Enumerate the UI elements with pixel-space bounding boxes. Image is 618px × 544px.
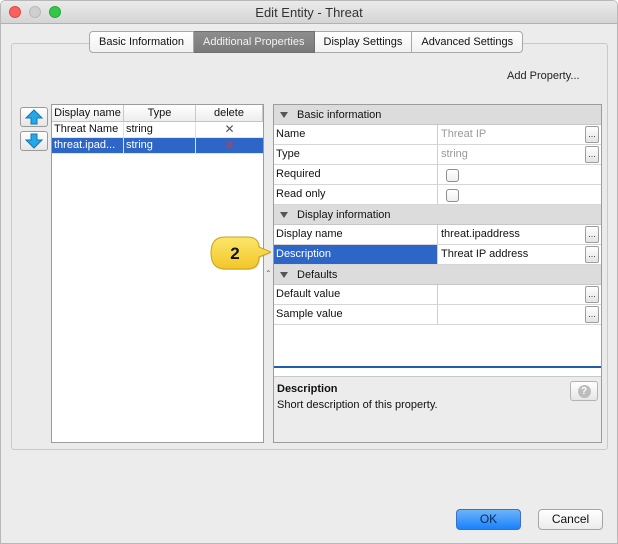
tab-additional-properties[interactable]: Additional Properties: [193, 31, 315, 53]
ellipsis-button[interactable]: ...: [585, 226, 599, 243]
tab-advanced-settings[interactable]: Advanced Settings: [412, 31, 524, 53]
section-defaults[interactable]: Defaults: [274, 265, 601, 285]
column-header-delete[interactable]: delete: [196, 105, 263, 122]
property-row-display-name[interactable]: Display name threat.ipaddress ...: [274, 225, 601, 245]
move-up-button[interactable]: [20, 107, 48, 127]
read-only-checkbox[interactable]: [446, 189, 459, 202]
move-down-button[interactable]: [20, 131, 48, 151]
property-value[interactable]: Threat IP: [438, 125, 601, 144]
property-label: Required: [274, 165, 438, 184]
ok-button[interactable]: OK: [456, 509, 521, 530]
tab-basic-information[interactable]: Basic Information: [89, 31, 194, 53]
description-title: Description: [277, 383, 338, 395]
tab-display-settings[interactable]: Display Settings: [314, 31, 413, 53]
row-type: string: [124, 138, 196, 154]
section-title: Basic information: [297, 108, 382, 121]
property-label: Type: [274, 145, 438, 164]
row-display-name: threat.ipad...: [52, 138, 124, 154]
property-value: [438, 185, 601, 204]
column-header-display-name[interactable]: Display name: [52, 105, 124, 122]
ellipsis-button[interactable]: ...: [585, 246, 599, 263]
property-row-default-value[interactable]: Default value ...: [274, 285, 601, 305]
property-row-name[interactable]: Name Threat IP ...: [274, 125, 601, 145]
property-value[interactable]: string: [438, 145, 601, 164]
ellipsis-button[interactable]: ...: [585, 286, 599, 303]
table-header: Display name Type delete: [52, 105, 263, 122]
arrow-down-icon: [25, 133, 43, 149]
collapse-triangle-icon: [280, 271, 288, 278]
close-icon[interactable]: ✕: [196, 138, 263, 154]
tab-bar: Basic Information Additional Properties …: [89, 31, 524, 53]
add-property-link[interactable]: Add Property...: [507, 70, 580, 82]
title-bar: Edit Entity - Threat: [1, 1, 617, 24]
column-header-type[interactable]: Type: [124, 105, 196, 122]
table-row[interactable]: Threat Name string ✕: [52, 122, 263, 138]
property-row-required[interactable]: Required: [274, 165, 601, 185]
section-title: Display information: [297, 208, 391, 221]
table-row[interactable]: threat.ipad... string ✕: [52, 138, 263, 154]
section-display-information[interactable]: Display information: [274, 205, 601, 225]
ellipsis-button[interactable]: ...: [585, 146, 599, 163]
callout-number: 2: [230, 244, 239, 263]
collapse-triangle-icon: [280, 111, 288, 118]
cancel-button[interactable]: Cancel: [538, 509, 603, 530]
property-value[interactable]: [438, 305, 601, 324]
property-label: Read only: [274, 185, 438, 204]
help-icon: ?: [577, 384, 591, 398]
required-checkbox[interactable]: [446, 169, 459, 182]
property-value[interactable]: [438, 285, 601, 304]
help-button[interactable]: ?: [570, 381, 598, 401]
section-title: Defaults: [297, 268, 338, 281]
collapse-triangle-icon: [280, 211, 288, 218]
property-sheet: Basic information Name Threat IP ... Typ…: [273, 104, 602, 443]
ellipsis-button[interactable]: ...: [585, 126, 599, 143]
property-label: Description: [274, 245, 438, 264]
property-row-description[interactable]: Description Threat IP address ...: [274, 245, 601, 265]
window-title: Edit Entity - Threat: [255, 5, 363, 20]
property-label: Name: [274, 125, 438, 144]
close-icon[interactable]: ✕: [196, 122, 263, 138]
property-row-type[interactable]: Type string ...: [274, 145, 601, 165]
property-row-sample-value[interactable]: Sample value ...: [274, 305, 601, 325]
row-type: string: [124, 122, 196, 138]
property-value: [438, 165, 601, 184]
property-row-read-only[interactable]: Read only: [274, 185, 601, 205]
section-basic-information[interactable]: Basic information: [274, 105, 601, 125]
description-panel: Description Short description of this pr…: [274, 376, 601, 442]
property-value[interactable]: threat.ipaddress: [438, 225, 601, 244]
property-label: Display name: [274, 225, 438, 244]
property-value[interactable]: Threat IP address: [438, 245, 601, 264]
arrow-up-icon: [25, 109, 43, 125]
row-display-name: Threat Name: [52, 122, 124, 138]
edit-entity-dialog: Edit Entity - Threat Basic Information A…: [0, 0, 618, 544]
ellipsis-button[interactable]: ...: [585, 306, 599, 323]
description-text: Short description of this property.: [277, 399, 438, 411]
step-callout: 2: [210, 236, 271, 270]
property-sheet-empty-area: [274, 325, 601, 368]
property-list-table: Display name Type delete Threat Name str…: [51, 104, 264, 443]
property-label: Sample value: [274, 305, 438, 324]
property-label: Default value: [274, 285, 438, 304]
